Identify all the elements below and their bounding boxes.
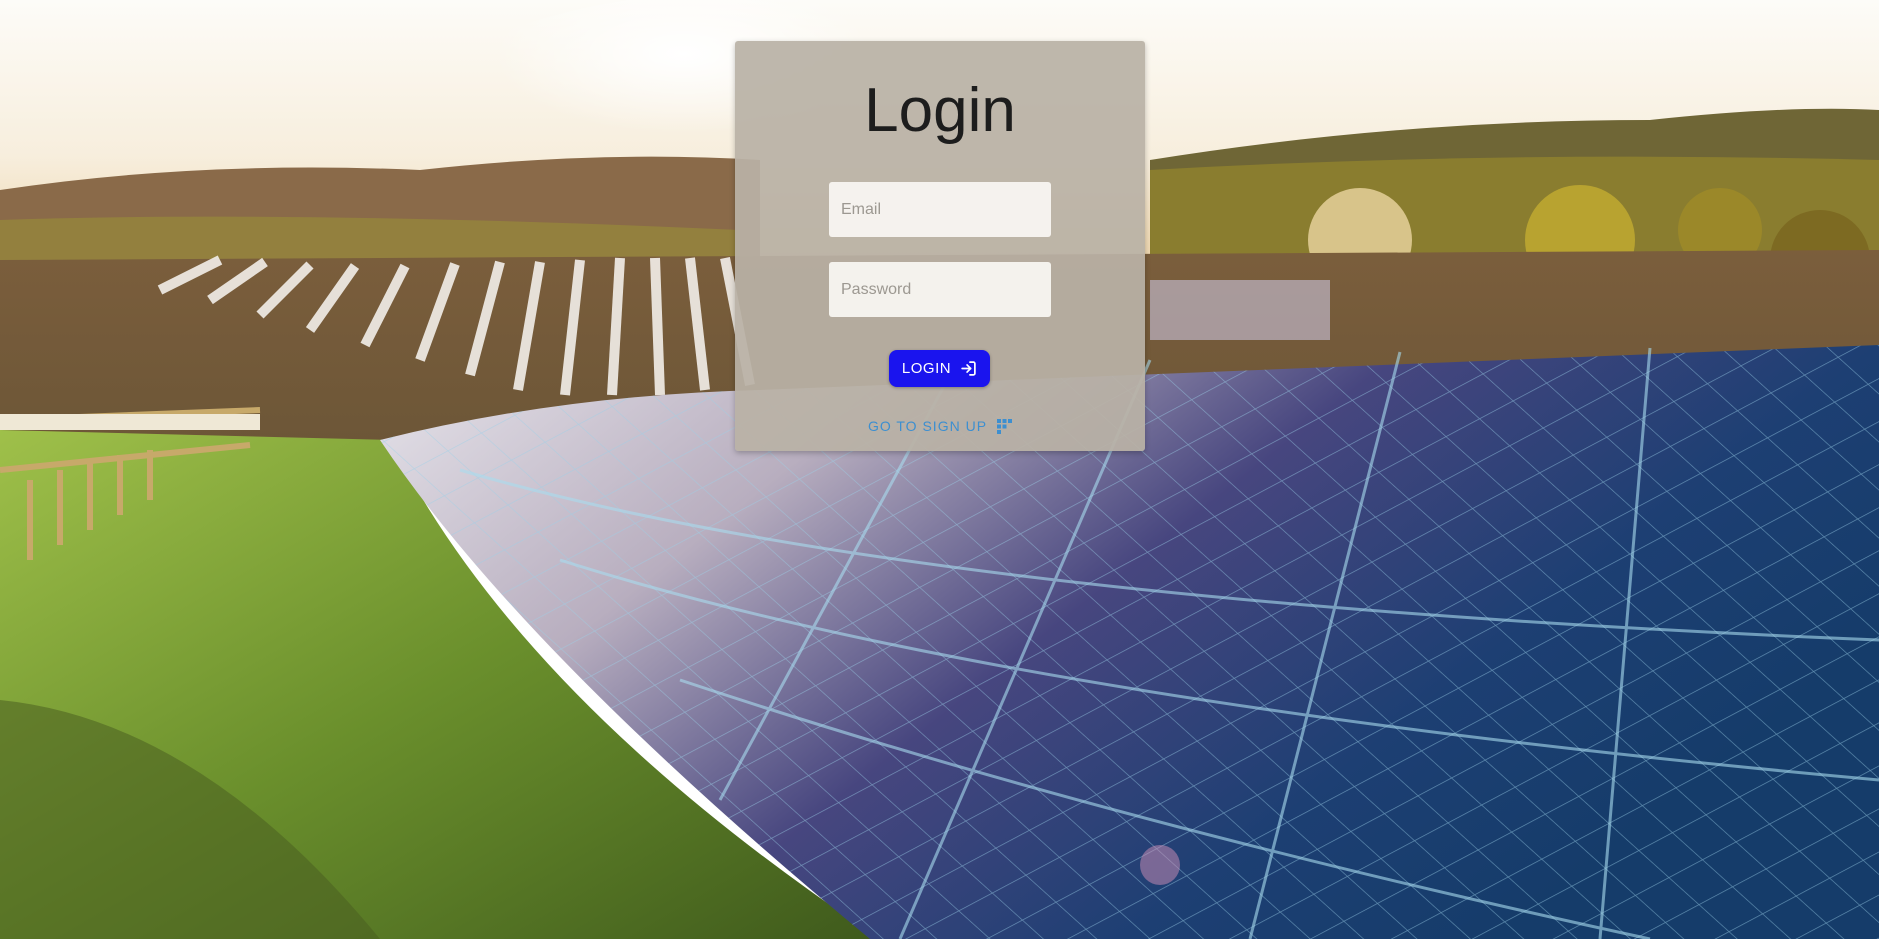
login-icon (960, 360, 977, 377)
page-title: Login (864, 76, 1016, 145)
login-button-label: LOGIN (901, 360, 952, 377)
grid-icon (997, 418, 1013, 434)
login-card: Login LOGIN GO TO SIGN UP (735, 41, 1145, 451)
login-button[interactable]: LOGIN (889, 350, 990, 387)
go-to-signup-link[interactable]: GO TO SIGN UP (735, 418, 1145, 434)
signup-link-label: GO TO SIGN UP (867, 418, 988, 434)
password-field[interactable] (829, 262, 1051, 317)
email-field[interactable] (829, 182, 1051, 237)
